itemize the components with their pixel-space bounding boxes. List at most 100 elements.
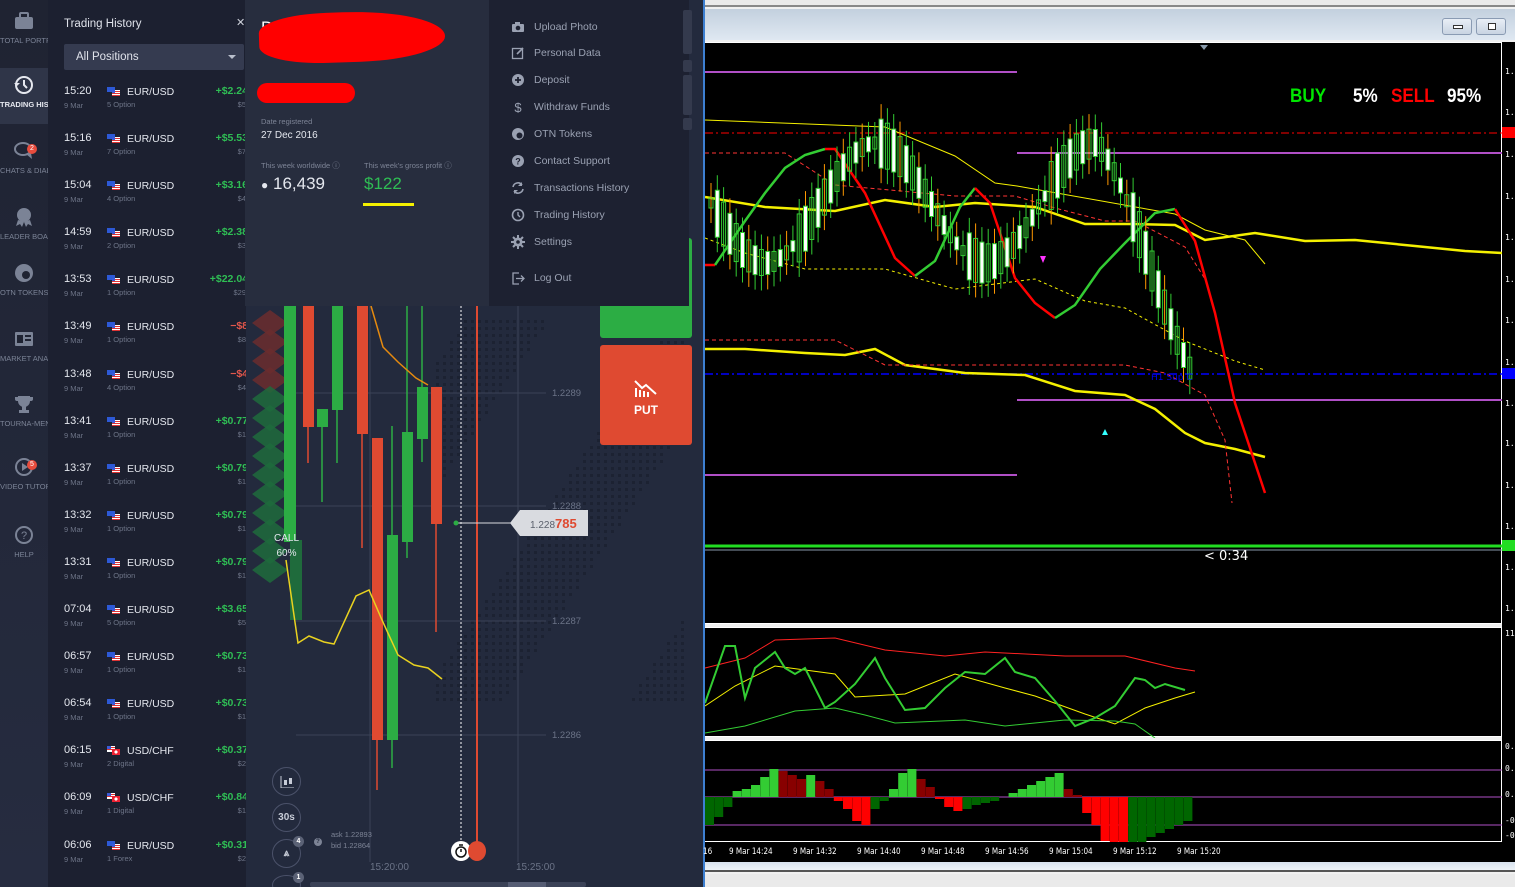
histogram-bar [1165,797,1174,829]
price-chart-canvas[interactable] [704,43,1503,625]
nav-otn-tokens[interactable]: OTN TOKENS [0,262,48,312]
history-row[interactable]: 13:41 9 Mar EUR/USD 1 Option +$0.77 $1 [48,408,248,455]
nav-help[interactable]: ? HELP [0,524,48,564]
candle-body [1130,192,1136,243]
map-dot [590,481,593,484]
oscillator-panel-2[interactable] [705,740,1502,849]
menu-scrollbar[interactable] [683,10,692,130]
map-dot [597,551,600,554]
history-row[interactable]: 13:31 9 Mar EUR/USD 1 Option +$0.79 $1 [48,549,248,596]
trophy-icon [15,396,33,413]
price-axis-tick: 1.2 [1505,150,1515,159]
trade-stake: $1 [237,712,246,722]
history-row[interactable]: 06:54 9 Mar EUR/USD 1 Option +$0.73 $1 [48,690,248,737]
osc2-axis-tick: 0.0 [1505,790,1515,799]
info-icon[interactable]: ⓘ [444,161,452,170]
map-dot [583,537,586,540]
chart-scrollbar[interactable] [310,882,586,887]
map-dot [457,670,460,673]
map-dot [520,642,523,645]
map-dot [506,362,509,365]
asset-pair: EUR/USD [127,556,175,569]
map-dot [464,677,467,680]
expiry-flag-icon[interactable] [468,841,486,861]
map-dot [499,642,502,645]
oscillator-panel-1[interactable] [704,627,1502,739]
nav-total-portfolio[interactable]: TOTAL PORTFOLIO [0,10,48,60]
nav-market-analysis[interactable]: MARKET ANALYSIS [0,328,48,378]
history-row[interactable]: 13:48 9 Mar EUR/USD 4 Option −$4 $4 [48,361,248,408]
map-dot [660,453,663,456]
history-row[interactable]: 13:53 9 Mar EUR/USD 1 Option +$22.04 $29 [48,266,248,313]
shift-marker-icon [1200,45,1208,50]
map-dot [562,495,565,498]
map-dot [604,488,607,491]
map-dot [653,446,656,449]
nav-leader-board[interactable]: LEADER BOARD [0,206,48,248]
map-dot [485,404,488,407]
map-dot [471,649,474,652]
history-row[interactable]: 13:37 9 Mar EUR/USD 1 Option +$0.79 $1 [48,455,248,502]
trade-time: 06:06 [64,838,92,851]
put-button[interactable]: PUT [600,345,692,445]
map-dot [520,635,523,638]
history-row[interactable]: 15:20 9 Mar EUR/USD 5 Option +$2.24 $5 [48,78,248,125]
main-price-chart[interactable] [704,42,1503,625]
map-dot [555,544,558,547]
refresh-icon [512,182,524,194]
map-dot [450,656,453,659]
timeframe-button[interactable]: 30s [272,803,301,832]
history-row[interactable]: 13:49 9 Mar EUR/USD 1 Option −$8 $8 [48,313,248,360]
map-dot [513,320,516,323]
nav-chats[interactable]: 2 CHATS & DIALOGS [0,140,48,192]
trade-type: 1 Option [107,429,136,439]
close-icon[interactable]: ✕ [236,16,245,29]
oscillator-1-canvas[interactable] [704,628,1502,739]
map-dot [471,663,474,666]
map-dot [611,453,614,456]
history-row[interactable]: 14:59 9 Mar EUR/USD 2 Option +$2.38 $3 [48,219,248,266]
chart-type-button[interactable] [272,767,301,796]
nav-tournaments[interactable]: TOURNA-MENTS [0,393,48,443]
histogram-bar [1155,797,1165,833]
history-row[interactable]: 15:16 9 Mar EUR/USD 7 Option +$5.53 $7 [48,125,248,172]
map-dot [506,376,509,379]
history-row[interactable]: 15:04 9 Mar EUR/USD 4 Option +$3.16 $4 [48,172,248,219]
scrollbar-area[interactable] [705,862,1515,872]
history-row[interactable]: 13:32 9 Mar EUR/USD 1 Option +$0.79 $1 [48,502,248,549]
history-row[interactable]: 06:15 9 Mar USD/CHF 2 Digital +$0.37 $2 [48,737,248,784]
candle-body [303,306,314,427]
oscillator-2-canvas[interactable] [705,741,1502,849]
history-row[interactable]: 07:04 9 Mar EUR/USD 5 Option +$3.65 $5 [48,596,248,643]
minimize-button[interactable] [1442,18,1472,35]
history-icon [14,76,33,94]
info-icon[interactable]: ⓘ [332,161,340,170]
candle-body [1092,129,1098,158]
map-dot [443,404,446,407]
time-axis-label: 9 Mar 14:32 [793,847,837,857]
help-icon[interactable]: ? [314,838,322,846]
indicators-button[interactable]: ⩓ 4 [272,836,304,868]
scrollbar-thumb[interactable] [508,882,546,887]
medal-icon [16,208,32,227]
map-dot [625,495,628,498]
restore-button[interactable] [1476,18,1506,35]
positions-filter-dropdown[interactable]: All Positions [64,44,244,70]
map-dot [464,649,467,652]
map-dot [681,677,684,680]
logout-icon [512,272,525,285]
history-row[interactable]: 06:57 9 Mar EUR/USD 1 Option +$0.73 $1 [48,643,248,690]
histogram-bar [843,797,852,809]
trade-date: 9 Mar [64,148,84,158]
history-row[interactable]: 06:06 9 Mar EUR/USD 1 Forex +$0.31 $2 [48,832,248,879]
map-dot [583,460,586,463]
map-dot [625,488,628,491]
nav-video-tutorials[interactable]: 5 VIDEO TUTORIALS [0,456,48,508]
nav-trading-history[interactable]: TRADING HISTORY [0,68,48,124]
map-dot [506,628,509,631]
history-row[interactable]: 06:09 9 Mar USD/CHF 1 Digital +$0.84 $1 [48,784,248,831]
map-dot [548,621,551,624]
map-dot [457,418,460,421]
drawings-button[interactable]: 1 [272,872,304,887]
map-dot [618,488,621,491]
